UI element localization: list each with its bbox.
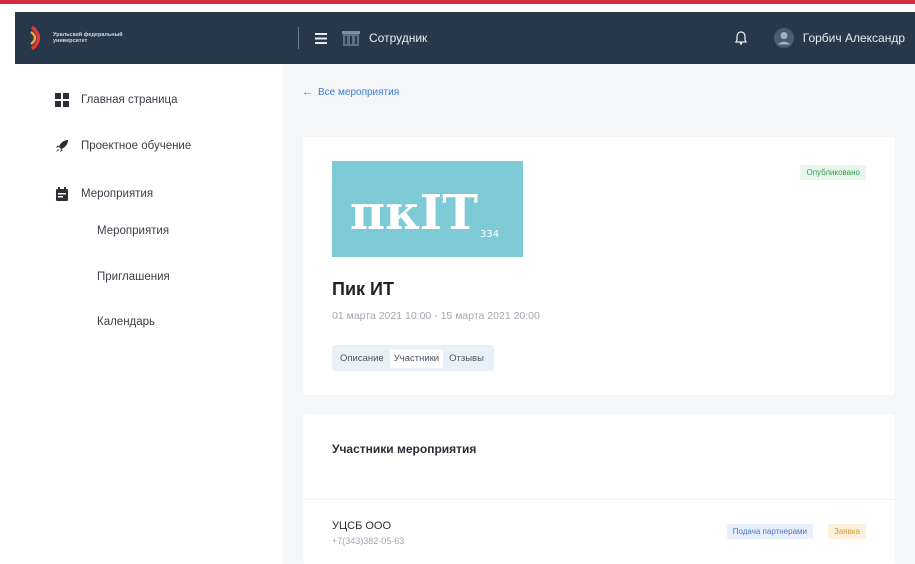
dashboard-icon (55, 93, 69, 107)
sidebar-subitem-invitations[interactable]: Приглашения (97, 271, 170, 283)
sidebar-item-label: Проектное обучение (81, 140, 192, 152)
university-logo[interactable]: Уральский федеральный университет (29, 24, 269, 52)
event-card: πкIT 334 Опубликовано Пик ИТ 01 марта 20… (303, 137, 895, 395)
status-badge: Опубликовано (800, 165, 866, 180)
tab-reviews[interactable]: Отзывы (445, 349, 488, 368)
calendar-icon (55, 187, 69, 201)
back-link-label: Все мероприятия (318, 86, 400, 98)
event-title: Пик ИТ (332, 279, 394, 299)
main-content: ← Все мероприятия πкIT 334 Опубликовано … (283, 64, 915, 564)
tab-description[interactable]: Описание (336, 349, 388, 368)
top-accent-strip (0, 0, 915, 8)
user-name[interactable]: Горбич Александр (803, 31, 905, 45)
sidebar-item-project-learning[interactable]: Проектное обучение (55, 139, 191, 153)
sidebar-item-label: Мероприятия (81, 188, 154, 200)
logo-text: Уральский федеральный университет (53, 31, 123, 45)
header-divider (298, 27, 299, 49)
participant-phone: +7(343)382-05-63 (332, 536, 405, 546)
sidebar-subitem-calendar[interactable]: Календарь (97, 316, 155, 328)
logo-mark-icon (29, 24, 47, 52)
event-dates: 01 марта 2021 10:00 - 15 марта 2021 20:0… (332, 310, 540, 322)
sidebar-item-label: Главная страница (81, 94, 178, 106)
building-icon (341, 28, 361, 48)
tab-participants[interactable]: Участники (389, 348, 444, 368)
sidebar-subitem-events[interactable]: Мероприятия (97, 225, 169, 237)
sidebar: Главная страница Проектное обучение Меро… (15, 64, 283, 564)
partner-submission-badge: Подача партнерами (726, 524, 813, 539)
role-label[interactable]: Сотрудник (369, 31, 427, 45)
user-avatar-icon[interactable] (773, 27, 795, 49)
event-tabs: Описание Участники Отзывы (332, 345, 494, 371)
top-bar: Уральский федеральный университет Сотруд… (15, 12, 915, 64)
menu-icon[interactable] (313, 30, 329, 46)
bell-icon[interactable] (731, 28, 751, 48)
rocket-icon (55, 139, 69, 153)
application-badge: Заявка (828, 524, 866, 539)
event-logo-text: πкIT (350, 185, 478, 241)
participant-name: УЦСБ ООО (332, 520, 392, 532)
back-link[interactable]: ← Все мероприятия (302, 86, 399, 98)
event-logo-subtext: 334 (480, 229, 499, 240)
event-logo: πкIT 334 (332, 161, 523, 257)
participants-title: Участники мероприятия (332, 442, 477, 456)
participants-card: Участники мероприятия УЦСБ ООО +7(343)38… (303, 414, 895, 564)
arrow-left-icon: ← (302, 86, 313, 98)
divider (303, 499, 895, 500)
sidebar-item-home[interactable]: Главная страница (55, 93, 178, 107)
sidebar-item-events[interactable]: Мероприятия (55, 187, 153, 201)
